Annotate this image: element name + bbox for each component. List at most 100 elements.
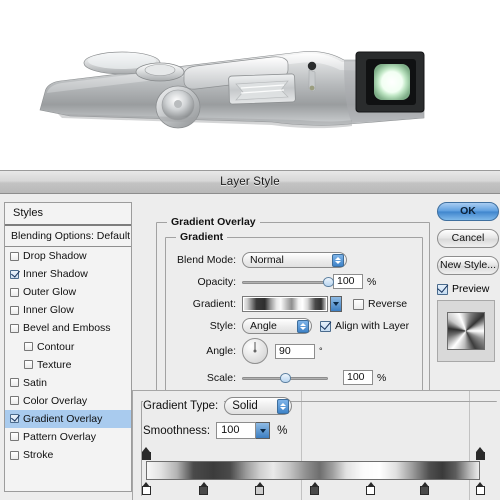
- gradient-type-select[interactable]: Solid: [224, 397, 293, 415]
- style-effect-row[interactable]: Pattern Overlay: [5, 428, 131, 446]
- camera-lens-glass: [374, 64, 410, 100]
- cancel-button[interactable]: Cancel: [437, 229, 499, 248]
- style-effect-checkbox[interactable]: [10, 378, 19, 388]
- smoothness-value-field[interactable]: 100: [216, 422, 257, 439]
- style-effect-row[interactable]: Inner Glow: [5, 301, 131, 319]
- stepper-arrows-icon[interactable]: [297, 320, 309, 333]
- scale-slider[interactable]: [242, 372, 328, 384]
- camera-illustration: [39, 51, 425, 129]
- scale-row: Scale: 100 %: [172, 370, 418, 385]
- color-stop-marker[interactable]: [310, 482, 320, 495]
- angle-value-field[interactable]: 90: [275, 343, 315, 359]
- dialog-body: Styles Blending Options: Default Drop Sh…: [0, 194, 500, 500]
- style-effect-row[interactable]: Stroke: [5, 446, 131, 464]
- opacity-value-field[interactable]: 100: [333, 274, 363, 289]
- style-effect-checkbox[interactable]: [24, 360, 33, 370]
- gradient-ramp-area: [141, 447, 485, 497]
- angle-dial[interactable]: [242, 338, 268, 364]
- style-effect-row[interactable]: Gradient Overlay: [5, 409, 131, 428]
- blending-options-row[interactable]: Blending Options: Default: [5, 226, 131, 247]
- dialog-button-column: OK Cancel New Style... Preview: [437, 202, 499, 362]
- color-stop-swatch: [310, 486, 320, 495]
- scale-label: Scale:: [206, 371, 236, 384]
- style-effect-row[interactable]: Inner Shadow: [5, 265, 131, 283]
- style-label: Style:: [209, 320, 236, 332]
- style-effect-checkbox[interactable]: [10, 396, 19, 406]
- style-select[interactable]: Angle: [242, 318, 312, 334]
- preview-checkbox-box[interactable]: [437, 283, 448, 295]
- style-effect-checkbox[interactable]: [10, 432, 19, 442]
- smoothness-unit: %: [277, 424, 288, 437]
- reverse-checkbox-box[interactable]: [353, 298, 364, 310]
- style-effect-label: Texture: [37, 358, 72, 371]
- opacity-stop-swatch: [141, 452, 151, 460]
- style-effect-checkbox[interactable]: [10, 287, 19, 297]
- style-row: Style: Angle Align with Layer: [172, 318, 418, 334]
- chevron-down-icon: [259, 428, 266, 433]
- style-effect-checkbox[interactable]: [10, 269, 19, 279]
- style-effect-checkbox[interactable]: [10, 251, 19, 261]
- style-effect-row[interactable]: Color Overlay: [5, 392, 131, 410]
- color-stop-marker[interactable]: [255, 482, 265, 495]
- style-effect-label: Gradient Overlay: [23, 412, 103, 425]
- style-effect-label: Inner Glow: [23, 304, 74, 317]
- gradient-label: Gradient:: [192, 298, 236, 310]
- angle-dial-hub: [253, 349, 257, 353]
- style-effect-row[interactable]: Drop Shadow: [5, 247, 131, 265]
- opacity-slider-thumb[interactable]: [323, 276, 334, 287]
- stepper-arrows-icon[interactable]: [332, 254, 344, 267]
- style-effect-label: Stroke: [23, 449, 54, 462]
- style-effect-checkbox[interactable]: [10, 323, 19, 333]
- preview-label: Preview: [452, 283, 490, 295]
- gradient-preview-swatch[interactable]: [242, 296, 328, 312]
- style-effect-checkbox[interactable]: [10, 305, 19, 315]
- reverse-checkbox[interactable]: Reverse: [353, 298, 407, 310]
- style-effect-row[interactable]: Contour: [5, 337, 131, 355]
- style-effect-label: Drop Shadow: [23, 250, 87, 263]
- opacity-stop-marker[interactable]: [141, 447, 151, 460]
- color-stop-swatch: [420, 486, 430, 495]
- align-with-layer-checkbox-box[interactable]: [320, 320, 331, 332]
- opacity-slider-track: [242, 280, 328, 284]
- gradient-type-value: Solid: [232, 400, 258, 412]
- style-effect-row[interactable]: Texture: [5, 356, 131, 374]
- styles-panel-header[interactable]: Styles: [5, 203, 131, 226]
- camera-inner-dial-center: [144, 64, 176, 76]
- style-effect-row[interactable]: Satin: [5, 374, 131, 392]
- style-effect-checkbox[interactable]: [10, 450, 19, 460]
- style-effect-checkbox[interactable]: [10, 414, 19, 424]
- style-effect-label: Inner Shadow: [23, 268, 88, 281]
- color-stop-marker[interactable]: [141, 482, 151, 495]
- camera-sensor-port: [307, 61, 317, 71]
- preview-thumbnail-box: [437, 300, 495, 362]
- new-style-button[interactable]: New Style...: [437, 256, 499, 275]
- style-effect-row[interactable]: Outer Glow: [5, 283, 131, 301]
- blend-mode-select[interactable]: Normal: [242, 252, 347, 268]
- align-with-layer-checkbox[interactable]: Align with Layer: [320, 320, 409, 332]
- style-effect-label: Bevel and Emboss: [23, 322, 111, 335]
- stepper-arrows-icon[interactable]: [277, 399, 290, 414]
- color-stop-marker[interactable]: [420, 482, 430, 495]
- preview-checkbox[interactable]: Preview: [437, 283, 499, 295]
- opacity-slider[interactable]: [242, 276, 334, 288]
- scale-value-field[interactable]: 100: [343, 370, 373, 385]
- camera-photo-area: [0, 0, 500, 170]
- color-stop-marker[interactable]: [366, 482, 376, 495]
- ok-button[interactable]: OK: [437, 202, 499, 221]
- color-stop-marker[interactable]: [199, 482, 209, 495]
- style-effect-label: Pattern Overlay: [23, 430, 96, 443]
- gradient-type-label: Gradient Type:: [143, 400, 225, 412]
- dialog-title: Layer Style: [220, 176, 280, 188]
- gradient-ramp[interactable]: [146, 461, 480, 480]
- color-stop-marker[interactable]: [475, 482, 485, 495]
- opacity-stop-marker[interactable]: [475, 447, 485, 460]
- style-effect-checkbox[interactable]: [24, 342, 33, 352]
- style-effect-row[interactable]: Bevel and Emboss: [5, 319, 131, 337]
- dialog-titlebar[interactable]: Layer Style: [0, 171, 500, 194]
- gradient-overlay-group: Gradient Overlay Gradient Blend Mode: No…: [156, 216, 430, 398]
- style-effects-list: Drop Shadow Inner Shadow Outer Glow Inner G…: [5, 247, 131, 464]
- gradient-picker-button[interactable]: [330, 296, 342, 312]
- color-stop-swatch: [255, 486, 265, 495]
- smoothness-dropdown-button[interactable]: [256, 422, 271, 439]
- scale-slider-thumb[interactable]: [280, 372, 291, 383]
